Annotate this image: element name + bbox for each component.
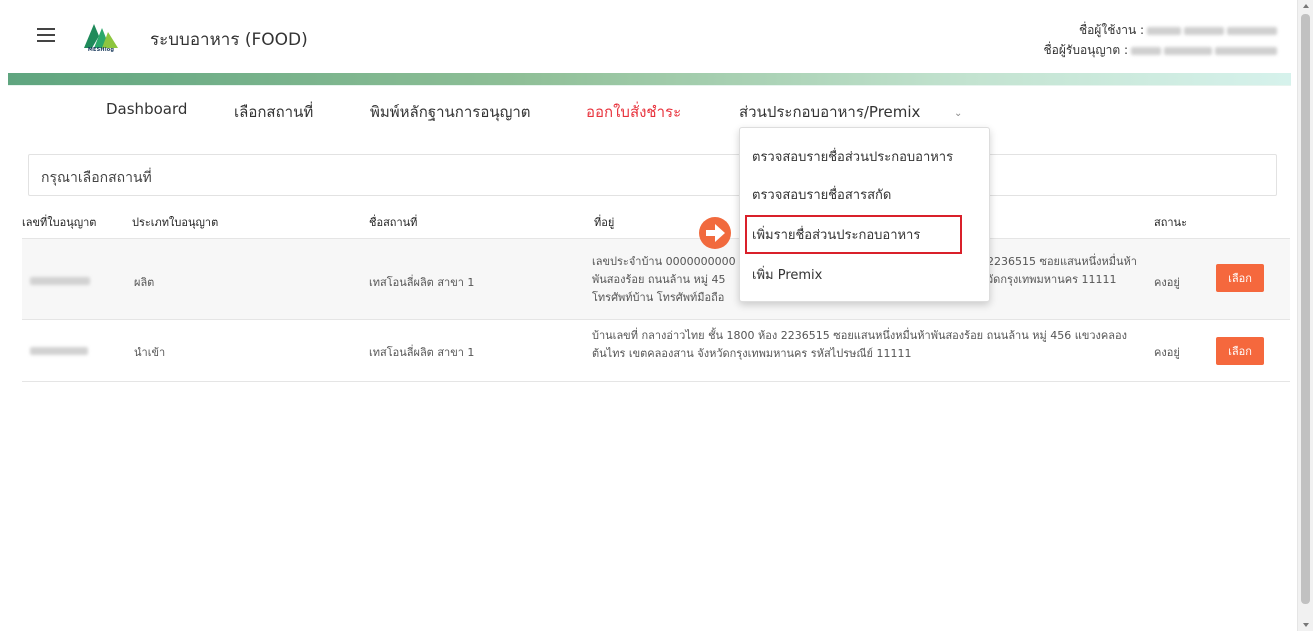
row-type: นำเข้า [134,346,166,359]
table-row[interactable]: ผลิต เทสโอนลี่ผลิต สาขา 1 เลขประจำบ้าน 0… [22,239,1290,320]
scroll-down-icon[interactable] [1303,623,1309,627]
logo-text: MESHlog [87,47,115,53]
row-status: คงอยู่ [1154,276,1180,289]
nav-payment-order[interactable]: ออกใบสั่งชำระ [586,100,681,124]
username-redacted-2 [1184,26,1224,35]
select-button[interactable]: เลือก [1216,337,1264,365]
header-divider-bar [8,73,1291,86]
license-no-redacted [30,277,90,285]
menu-item-check-ingredients[interactable]: ตรวจสอบรายชื่อส่วนประกอบอาหาร [740,140,989,176]
row-place: เทสโอนลี่ผลิต สาขา 1 [369,276,475,289]
nav-ingredients-premix[interactable]: ส่วนประกอบอาหาร/Premix [739,100,920,124]
select-button[interactable]: เลือก [1216,264,1264,292]
table-row[interactable]: นำเข้า เทสโอนลี่ผลิต สาขา 1 บ้านเลขที่ ก… [22,320,1290,382]
licensee-line: ชื่อผู้รับอนุญาต : [1044,40,1277,60]
col-address: ที่อยู่ [594,216,615,229]
location-card: กรุณาเลือกสถานที่ [28,154,1277,196]
main-nav: Dashboard เลือกสถานที่ พิมพ์หลักฐานการอน… [0,100,1297,126]
menu-icon[interactable] [37,28,55,42]
menu-item-check-extracts[interactable]: ตรวจสอบรายชื่อสารสกัด [740,178,989,214]
col-license-type: ประเภทใบอนุญาต [132,216,219,229]
license-table: เลขที่ใบอนุญาต ประเภทใบอนุญาต ชื่อสถานที… [22,198,1290,382]
vertical-scrollbar[interactable] [1297,0,1313,631]
highlight-box [745,215,962,254]
nav-dashboard[interactable]: Dashboard [106,100,187,118]
username-line: ชื่อผู้ใช้งาน : [1044,20,1277,40]
licensee-redacted [1131,46,1161,55]
row-address: บ้านเลขที่ กลางอ่าวไทย ชั้น 1800 ห้อง 22… [592,329,1127,360]
user-info: ชื่อผู้ใช้งาน : ชื่อผู้รับอนุญาต : [1044,20,1277,60]
menu-item-add-premix[interactable]: เพิ่ม Premix [740,258,989,294]
scrollbar-thumb[interactable] [1301,14,1310,604]
col-status: สถานะ [1154,216,1187,229]
app-frame: MESHlog ระบบอาหาร (FOOD) ชื่อผู้ใช้งาน :… [0,0,1297,631]
app-title: ระบบอาหาร (FOOD) [150,30,308,50]
licensee-redacted-2 [1164,46,1212,55]
row-type: ผลิต [134,276,155,289]
nav-print-license[interactable]: พิมพ์หลักฐานการอนุญาต [370,100,531,124]
nav-select-location[interactable]: เลือกสถานที่ [234,100,313,124]
arrow-right-circle-icon [699,217,731,249]
licensee-label: ชื่อผู้รับอนุญาต : [1043,43,1128,57]
username-redacted [1147,26,1181,35]
username-label: ชื่อผู้ใช้งาน : [1078,23,1144,37]
col-license-no: เลขที่ใบอนุญาต [22,216,97,229]
logo-mark-icon [84,24,118,48]
license-no-redacted [30,347,88,355]
row-place: เทสโอนลี่ผลิต สาขา 1 [369,346,475,359]
header: MESHlog ระบบอาหาร (FOOD) ชื่อผู้ใช้งาน :… [0,0,1297,72]
row-address-tail: 2236515 ซอยแสนหนึ่งหมื่นห้า วัดกรุงเทพมห… [987,255,1137,286]
col-place-name: ชื่อสถานที่ [369,216,418,229]
username-redacted-3 [1227,26,1277,35]
chevron-down-icon[interactable]: ⌄ [954,108,962,119]
app-logo[interactable]: MESHlog [80,20,122,60]
table-header: เลขที่ใบอนุญาต ประเภทใบอนุญาต ชื่อสถานที… [22,198,1290,239]
scroll-up-icon[interactable] [1303,4,1309,8]
card-title: กรุณาเลือกสถานที่ [41,170,152,186]
licensee-redacted-3 [1215,46,1277,55]
row-status: คงอยู่ [1154,346,1180,359]
